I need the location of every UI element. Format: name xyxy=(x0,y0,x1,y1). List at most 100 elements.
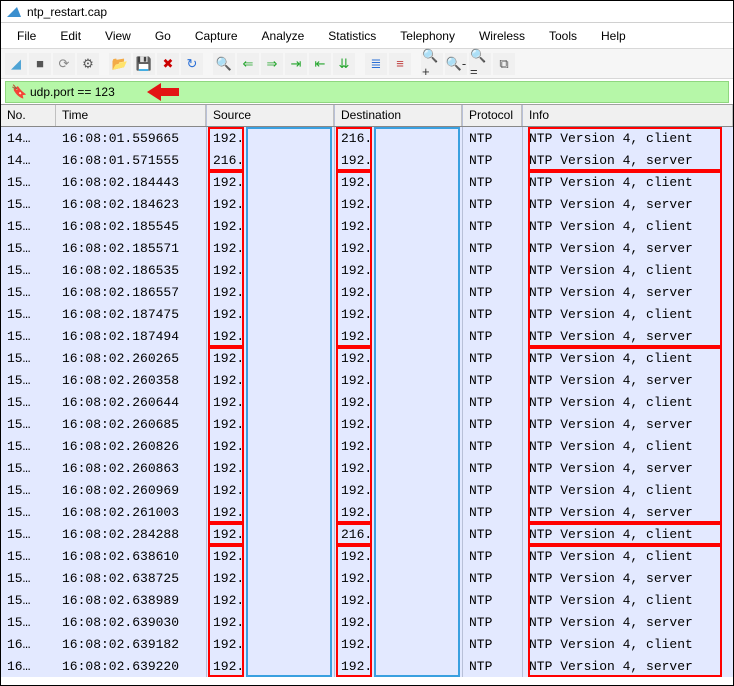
menu-edit[interactable]: Edit xyxy=(48,25,93,47)
cell-time: 16:08:02.260265 xyxy=(56,347,206,369)
cell-info: NTP Version 4, client xyxy=(522,171,733,193)
menu-capture[interactable]: Capture xyxy=(183,25,250,47)
table-row[interactable]: 15…16:08:02.185545192.192.NTPNTP Version… xyxy=(1,215,733,237)
restart-icon[interactable]: ⟳ xyxy=(53,53,75,75)
find-icon[interactable]: 🔍 xyxy=(213,53,235,75)
fwd-icon[interactable]: ⇒ xyxy=(261,53,283,75)
menu-file[interactable]: File xyxy=(5,25,48,47)
first-icon[interactable]: ⇤ xyxy=(309,53,331,75)
table-row[interactable]: 15…16:08:02.187494192.192.NTPNTP Version… xyxy=(1,325,733,347)
col-hdr-destination[interactable]: Destination xyxy=(334,105,462,126)
cell-source: 192. xyxy=(206,633,334,655)
goto-icon[interactable]: ⇥ xyxy=(285,53,307,75)
menu-analyze[interactable]: Analyze xyxy=(250,25,317,47)
packet-list[interactable]: No. Time Source Destination Protocol Inf… xyxy=(1,105,733,685)
auto-scroll-icon[interactable]: ≣ xyxy=(365,53,387,75)
cell-time: 16:08:02.260644 xyxy=(56,391,206,413)
menu-view[interactable]: View xyxy=(93,25,143,47)
fin-icon[interactable]: ◢ xyxy=(5,53,27,75)
cell-time: 16:08:02.638610 xyxy=(56,545,206,567)
table-row[interactable]: 15…16:08:02.260969192.192.NTPNTP Version… xyxy=(1,479,733,501)
zoom-in-icon[interactable]: 🔍+ xyxy=(421,53,443,75)
menu-go[interactable]: Go xyxy=(143,25,183,47)
cell-time: 16:08:02.638725 xyxy=(56,567,206,589)
cell-destination: 192. xyxy=(334,325,462,347)
table-row[interactable]: 15…16:08:02.638725192.192.NTPNTP Version… xyxy=(1,567,733,589)
cell-destination: 192. xyxy=(334,457,462,479)
menu-wireless[interactable]: Wireless xyxy=(467,25,537,47)
cell-protocol: NTP xyxy=(462,237,522,259)
cell-time: 16:08:02.187475 xyxy=(56,303,206,325)
open-icon[interactable]: 📂 xyxy=(109,53,131,75)
table-row[interactable]: 14…16:08:01.559665192.216.NTPNTP Version… xyxy=(1,127,733,149)
col-hdr-source[interactable]: Source xyxy=(206,105,334,126)
table-row[interactable]: 15…16:08:02.284288192.216.NTPNTP Version… xyxy=(1,523,733,545)
cell-time: 16:08:02.638989 xyxy=(56,589,206,611)
table-row[interactable]: 15…16:08:02.184623192.192.NTPNTP Version… xyxy=(1,193,733,215)
options-icon[interactable]: ⚙ xyxy=(77,53,99,75)
cell-destination: 192. xyxy=(334,237,462,259)
cell-no: 16… xyxy=(1,633,56,655)
menu-help[interactable]: Help xyxy=(589,25,638,47)
close-icon[interactable]: ✖ xyxy=(157,53,179,75)
table-row[interactable]: 15…16:08:02.260358192.192.NTPNTP Version… xyxy=(1,369,733,391)
cell-protocol: NTP xyxy=(462,611,522,633)
menu-telephony[interactable]: Telephony xyxy=(388,25,467,47)
table-row[interactable]: 15…16:08:02.186535192.192.NTPNTP Version… xyxy=(1,259,733,281)
table-row[interactable]: 15…16:08:02.260826192.192.NTPNTP Version… xyxy=(1,435,733,457)
table-row[interactable]: 15…16:08:02.260863192.192.NTPNTP Version… xyxy=(1,457,733,479)
cell-source: 192. xyxy=(206,413,334,435)
cell-source: 192. xyxy=(206,655,334,677)
table-row[interactable]: 16…16:08:02.639182192.192.NTPNTP Version… xyxy=(1,633,733,655)
stop-icon[interactable]: ■ xyxy=(29,53,51,75)
table-row[interactable]: 15…16:08:02.260685192.192.NTPNTP Version… xyxy=(1,413,733,435)
app-fin-icon xyxy=(7,3,21,20)
table-row[interactable]: 15…16:08:02.187475192.192.NTPNTP Version… xyxy=(1,303,733,325)
cell-info: NTP Version 4, server xyxy=(522,325,733,347)
table-row[interactable]: 15…16:08:02.185571192.192.NTPNTP Version… xyxy=(1,237,733,259)
table-row[interactable]: 15…16:08:02.638989192.192.NTPNTP Version… xyxy=(1,589,733,611)
table-row[interactable]: 15…16:08:02.639030192.192.NTPNTP Version… xyxy=(1,611,733,633)
menu-statistics[interactable]: Statistics xyxy=(316,25,388,47)
cell-info: NTP Version 4, server xyxy=(522,369,733,391)
cell-protocol: NTP xyxy=(462,325,522,347)
table-row[interactable]: 16…16:08:02.639220192.192.NTPNTP Version… xyxy=(1,655,733,677)
table-row[interactable]: 15…16:08:02.184443192.192.NTPNTP Version… xyxy=(1,171,733,193)
table-row[interactable]: 15…16:08:02.638610192.192.NTPNTP Version… xyxy=(1,545,733,567)
col-hdr-time[interactable]: Time xyxy=(56,105,206,126)
save-icon[interactable]: 💾 xyxy=(133,53,155,75)
back-icon[interactable]: ⇐ xyxy=(237,53,259,75)
col-hdr-no[interactable]: No. xyxy=(1,105,56,126)
cell-info: NTP Version 4, client xyxy=(522,479,733,501)
reload-icon[interactable]: ↻ xyxy=(181,53,203,75)
cell-source: 192. xyxy=(206,325,334,347)
cell-protocol: NTP xyxy=(462,589,522,611)
table-row[interactable]: 14…16:08:01.571555216.192.NTPNTP Version… xyxy=(1,149,733,171)
cell-time: 16:08:02.260685 xyxy=(56,413,206,435)
cell-destination: 192. xyxy=(334,281,462,303)
zoom-out-icon[interactable]: 🔍- xyxy=(445,53,467,75)
cell-protocol: NTP xyxy=(462,633,522,655)
table-row[interactable]: 15…16:08:02.186557192.192.NTPNTP Version… xyxy=(1,281,733,303)
table-row[interactable]: 15…16:08:02.260644192.192.NTPNTP Version… xyxy=(1,391,733,413)
col-hdr-protocol[interactable]: Protocol xyxy=(462,105,522,126)
display-filter-input[interactable] xyxy=(5,81,729,103)
table-row[interactable]: 15…16:08:02.260265192.192.NTPNTP Version… xyxy=(1,347,733,369)
table-row[interactable]: 15…16:08:02.261003192.192.NTPNTP Version… xyxy=(1,501,733,523)
menu-tools[interactable]: Tools xyxy=(537,25,589,47)
cell-time: 16:08:02.184443 xyxy=(56,171,206,193)
cell-source: 192. xyxy=(206,391,334,413)
cell-time: 16:08:02.260358 xyxy=(56,369,206,391)
resize-cols-icon[interactable]: ⧉ xyxy=(493,53,515,75)
cell-info: NTP Version 4, server xyxy=(522,413,733,435)
last-icon[interactable]: ⇊ xyxy=(333,53,355,75)
cell-protocol: NTP xyxy=(462,303,522,325)
cell-info: NTP Version 4, server xyxy=(522,501,733,523)
cell-destination: 192. xyxy=(334,479,462,501)
cell-source: 192. xyxy=(206,567,334,589)
cell-destination: 192. xyxy=(334,149,462,171)
col-hdr-info[interactable]: Info xyxy=(522,105,733,126)
cell-source: 192. xyxy=(206,237,334,259)
zoom-reset-icon[interactable]: 🔍= xyxy=(469,53,491,75)
colorize-icon[interactable]: ≡ xyxy=(389,53,411,75)
